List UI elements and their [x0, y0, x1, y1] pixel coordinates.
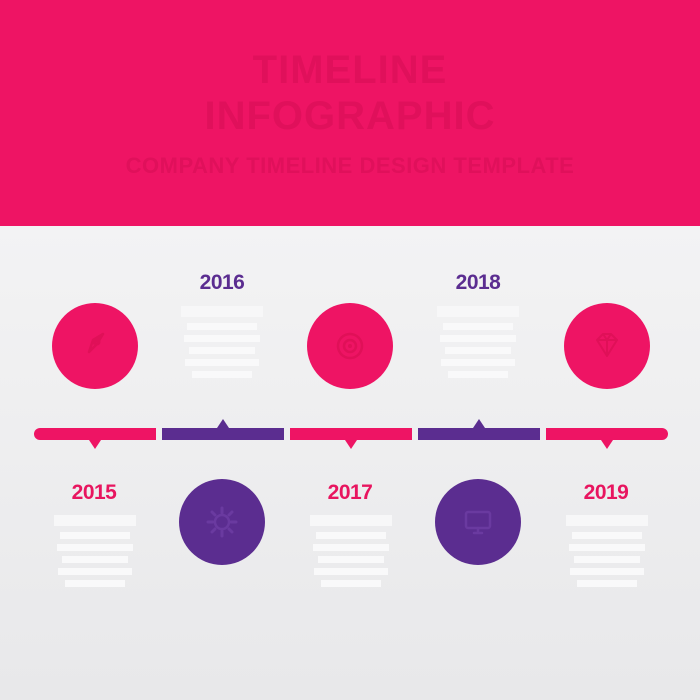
milestone-2015-circle — [52, 303, 138, 389]
diamond-icon — [596, 333, 618, 357]
timeline-segment-2018 — [418, 428, 540, 440]
header-banner: TIMELINE INFOGRAPHIC COMPANY TIMELINE DE… — [0, 0, 700, 226]
subtitle: COMPANY TIMELINE DESIGN TEMPLATE — [125, 153, 575, 178]
milestone-2016-text — [177, 306, 267, 383]
pointer-2019 — [601, 440, 613, 449]
target-icon — [336, 332, 364, 360]
milestone-2015-text — [50, 515, 140, 592]
milestone-2019-circle — [564, 303, 650, 389]
milestone-2017-text — [306, 515, 396, 592]
gear-icon — [206, 506, 238, 538]
year-2017: 2017 — [327, 481, 373, 504]
rocket-icon — [87, 332, 105, 354]
timeline-segment-2019 — [546, 428, 668, 440]
timeline-segment-2017 — [290, 428, 412, 440]
year-2019: 2019 — [583, 481, 629, 504]
title-line-1: TIMELINE — [252, 48, 448, 92]
timeline-segment-2016 — [162, 428, 284, 440]
pointer-2017 — [345, 440, 357, 449]
year-2016: 2016 — [199, 271, 245, 294]
title-line-2: INFOGRAPHIC — [204, 94, 496, 138]
timeline-area — [0, 226, 700, 700]
milestone-2018-circle — [435, 479, 521, 565]
pointer-2016 — [217, 419, 229, 428]
pointer-2015 — [89, 440, 101, 449]
year-2015: 2015 — [71, 481, 117, 504]
milestone-2019-text — [562, 515, 652, 592]
milestone-2017-circle — [307, 303, 393, 389]
milestone-2018-text — [433, 306, 523, 383]
monitor-icon — [464, 510, 492, 535]
year-2018: 2018 — [455, 271, 501, 294]
pointer-2018 — [473, 419, 485, 428]
milestone-2016-circle — [179, 479, 265, 565]
timeline-segment-2015 — [34, 428, 156, 440]
